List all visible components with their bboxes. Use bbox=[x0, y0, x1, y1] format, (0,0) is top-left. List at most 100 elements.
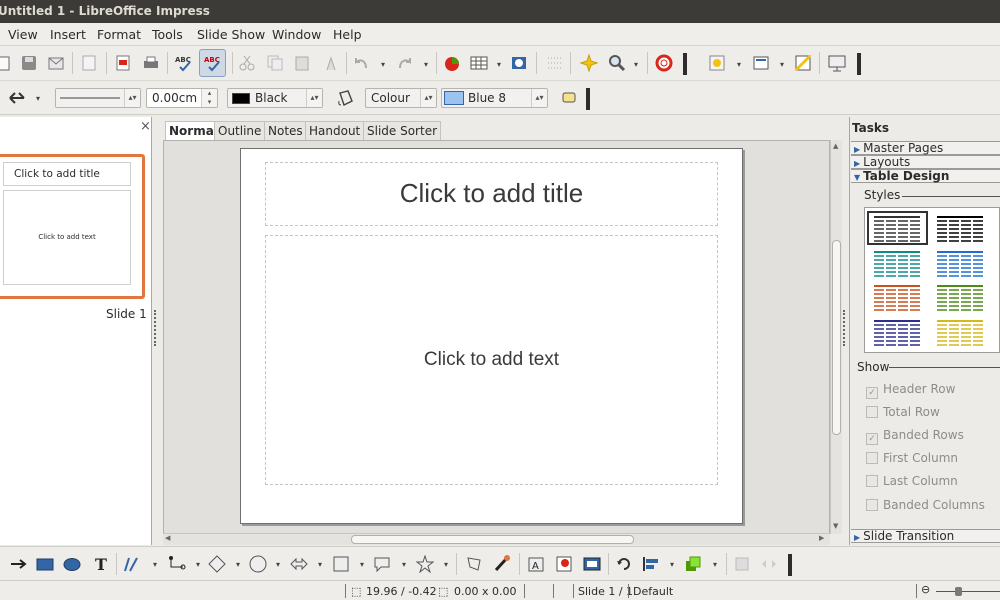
curve-tool-icon[interactable] bbox=[122, 555, 140, 573]
grid-icon[interactable] bbox=[546, 54, 564, 72]
pane-splitter[interactable] bbox=[154, 310, 156, 346]
ellipse-tool-icon[interactable] bbox=[63, 555, 81, 573]
text-tool-icon[interactable]: T bbox=[92, 555, 110, 573]
undo-icon[interactable] bbox=[352, 54, 370, 72]
table-style-swatch[interactable] bbox=[874, 320, 920, 346]
stars-dropdown-icon[interactable]: ▾ bbox=[444, 560, 448, 569]
chart-icon[interactable] bbox=[443, 54, 461, 72]
horizontal-scrollbar[interactable]: ◀ ▶ bbox=[163, 533, 830, 545]
slide-design-icon[interactable] bbox=[708, 54, 726, 72]
symbol-shapes-icon[interactable] bbox=[249, 555, 267, 573]
extrusion-icon[interactable] bbox=[733, 555, 751, 573]
transitions-icon[interactable] bbox=[760, 555, 778, 573]
callouts-icon[interactable] bbox=[373, 555, 391, 573]
rotate-icon[interactable] bbox=[615, 555, 633, 573]
zoom-dropdown-icon[interactable]: ▾ bbox=[634, 60, 638, 69]
scroll-left-icon[interactable]: ◀ bbox=[165, 534, 170, 542]
line-ends-icon[interactable] bbox=[8, 89, 26, 107]
table-icon[interactable] bbox=[470, 54, 488, 72]
header-row-checkbox[interactable]: ✓ Header Row bbox=[866, 382, 955, 399]
gallery-icon[interactable] bbox=[583, 555, 601, 573]
area-color-select[interactable]: Blue 8 ▴▾ bbox=[441, 88, 548, 108]
line-tool-icon[interactable] bbox=[10, 555, 28, 573]
redo-icon[interactable] bbox=[396, 54, 414, 72]
table-style-swatch[interactable] bbox=[937, 251, 983, 277]
section-slide-transition[interactable]: ▶ Slide Transition bbox=[851, 529, 1000, 543]
line-ends-dropdown-icon[interactable]: ▾ bbox=[36, 94, 40, 103]
slide-layout-dropdown-icon[interactable]: ▾ bbox=[780, 60, 784, 69]
close-icon[interactable]: × bbox=[140, 119, 151, 134]
shadow-icon[interactable] bbox=[560, 89, 578, 107]
title-placeholder[interactable]: Click to add title bbox=[265, 162, 718, 226]
table-style-swatch[interactable] bbox=[874, 285, 920, 311]
line-color-select[interactable]: Black ▴▾ bbox=[227, 88, 323, 108]
connector-tool-icon[interactable] bbox=[168, 555, 186, 573]
align-icon[interactable] bbox=[642, 555, 660, 573]
table-style-swatch[interactable] bbox=[937, 320, 983, 346]
menu-insert[interactable]: Insert bbox=[50, 27, 86, 42]
table-style-swatch[interactable] bbox=[874, 216, 920, 242]
banded-columns-checkbox[interactable]: Banded Columns bbox=[866, 498, 985, 512]
points-icon[interactable] bbox=[465, 555, 483, 573]
area-fill-icon[interactable] bbox=[336, 89, 354, 107]
zoom-icon[interactable] bbox=[608, 54, 626, 72]
tab-outline[interactable]: Outline bbox=[214, 121, 266, 140]
tab-slide-sorter[interactable]: Slide Sorter bbox=[363, 121, 442, 140]
redo-dropdown-icon[interactable]: ▾ bbox=[424, 60, 428, 69]
insert-image-icon[interactable] bbox=[510, 54, 528, 72]
connector-dropdown-icon[interactable]: ▾ bbox=[196, 560, 200, 569]
slide-thumbnail[interactable]: Click to add title Click to add text bbox=[0, 154, 145, 299]
insert-image-file-icon[interactable] bbox=[555, 555, 573, 573]
help-icon[interactable] bbox=[655, 54, 673, 72]
menu-slide-show[interactable]: Slide Show bbox=[197, 27, 265, 42]
copy-icon[interactable] bbox=[266, 54, 284, 72]
spellcheck-icon[interactable]: ABC bbox=[175, 54, 193, 72]
flowchart-icon[interactable] bbox=[332, 555, 350, 573]
vertical-scrollbar[interactable]: ▲ ▼ bbox=[830, 140, 842, 534]
menu-help[interactable]: Help bbox=[333, 27, 362, 42]
glue-points-icon[interactable] bbox=[493, 555, 511, 573]
section-table-design[interactable]: ▼ Table Design bbox=[851, 169, 1000, 183]
scroll-right-icon[interactable]: ▶ bbox=[819, 534, 824, 542]
new-icon[interactable] bbox=[0, 54, 12, 72]
navigator-icon[interactable] bbox=[580, 54, 598, 72]
first-column-checkbox[interactable]: First Column bbox=[866, 451, 958, 465]
tab-notes[interactable]: Notes bbox=[264, 121, 307, 140]
menu-tools[interactable]: Tools bbox=[152, 27, 183, 42]
tasks-splitter[interactable] bbox=[843, 310, 845, 346]
menu-view[interactable]: View bbox=[8, 27, 38, 42]
vertical-scroll-thumb[interactable] bbox=[832, 240, 841, 435]
basic-shapes-icon[interactable] bbox=[208, 555, 226, 573]
print-icon[interactable] bbox=[142, 54, 160, 72]
rectangle-tool-icon[interactable] bbox=[36, 555, 54, 573]
block-arrows-dropdown-icon[interactable]: ▾ bbox=[318, 560, 322, 569]
paste-icon[interactable] bbox=[293, 54, 311, 72]
section-master-pages[interactable]: ▶ Master Pages bbox=[851, 141, 1000, 155]
block-arrows-icon[interactable] bbox=[290, 555, 308, 573]
basic-shapes-dropdown-icon[interactable]: ▾ bbox=[236, 560, 240, 569]
arrange-dropdown-icon[interactable]: ▾ bbox=[713, 560, 717, 569]
total-row-checkbox[interactable]: Total Row bbox=[866, 405, 940, 419]
scroll-up-icon[interactable]: ▲ bbox=[833, 142, 838, 150]
flowchart-dropdown-icon[interactable]: ▾ bbox=[360, 560, 364, 569]
line-width-field[interactable]: 0.00cm ▴ ▾ bbox=[146, 88, 218, 108]
menu-format[interactable]: Format bbox=[97, 27, 141, 42]
cut-icon[interactable] bbox=[238, 54, 256, 72]
menu-window[interactable]: Window bbox=[272, 27, 321, 42]
undo-dropdown-icon[interactable]: ▾ bbox=[381, 60, 385, 69]
last-column-checkbox[interactable]: Last Column bbox=[866, 474, 958, 488]
symbol-shapes-dropdown-icon[interactable]: ▾ bbox=[276, 560, 280, 569]
area-style-select[interactable]: Colour ▴▾ bbox=[365, 88, 437, 108]
slide-show-icon[interactable] bbox=[828, 54, 846, 72]
callouts-dropdown-icon[interactable]: ▾ bbox=[402, 560, 406, 569]
export-pdf-icon[interactable] bbox=[114, 54, 132, 72]
arrange-icon[interactable] bbox=[684, 555, 702, 573]
table-dropdown-icon[interactable]: ▾ bbox=[497, 60, 501, 69]
horizontal-scroll-thumb[interactable] bbox=[351, 535, 634, 544]
email-icon[interactable] bbox=[47, 54, 65, 72]
banded-rows-checkbox[interactable]: ✓ Banded Rows bbox=[866, 428, 964, 445]
save-icon[interactable] bbox=[20, 54, 38, 72]
table-style-swatch[interactable] bbox=[874, 251, 920, 277]
tab-handout[interactable]: Handout bbox=[305, 121, 365, 140]
curve-dropdown-icon[interactable]: ▾ bbox=[153, 560, 157, 569]
